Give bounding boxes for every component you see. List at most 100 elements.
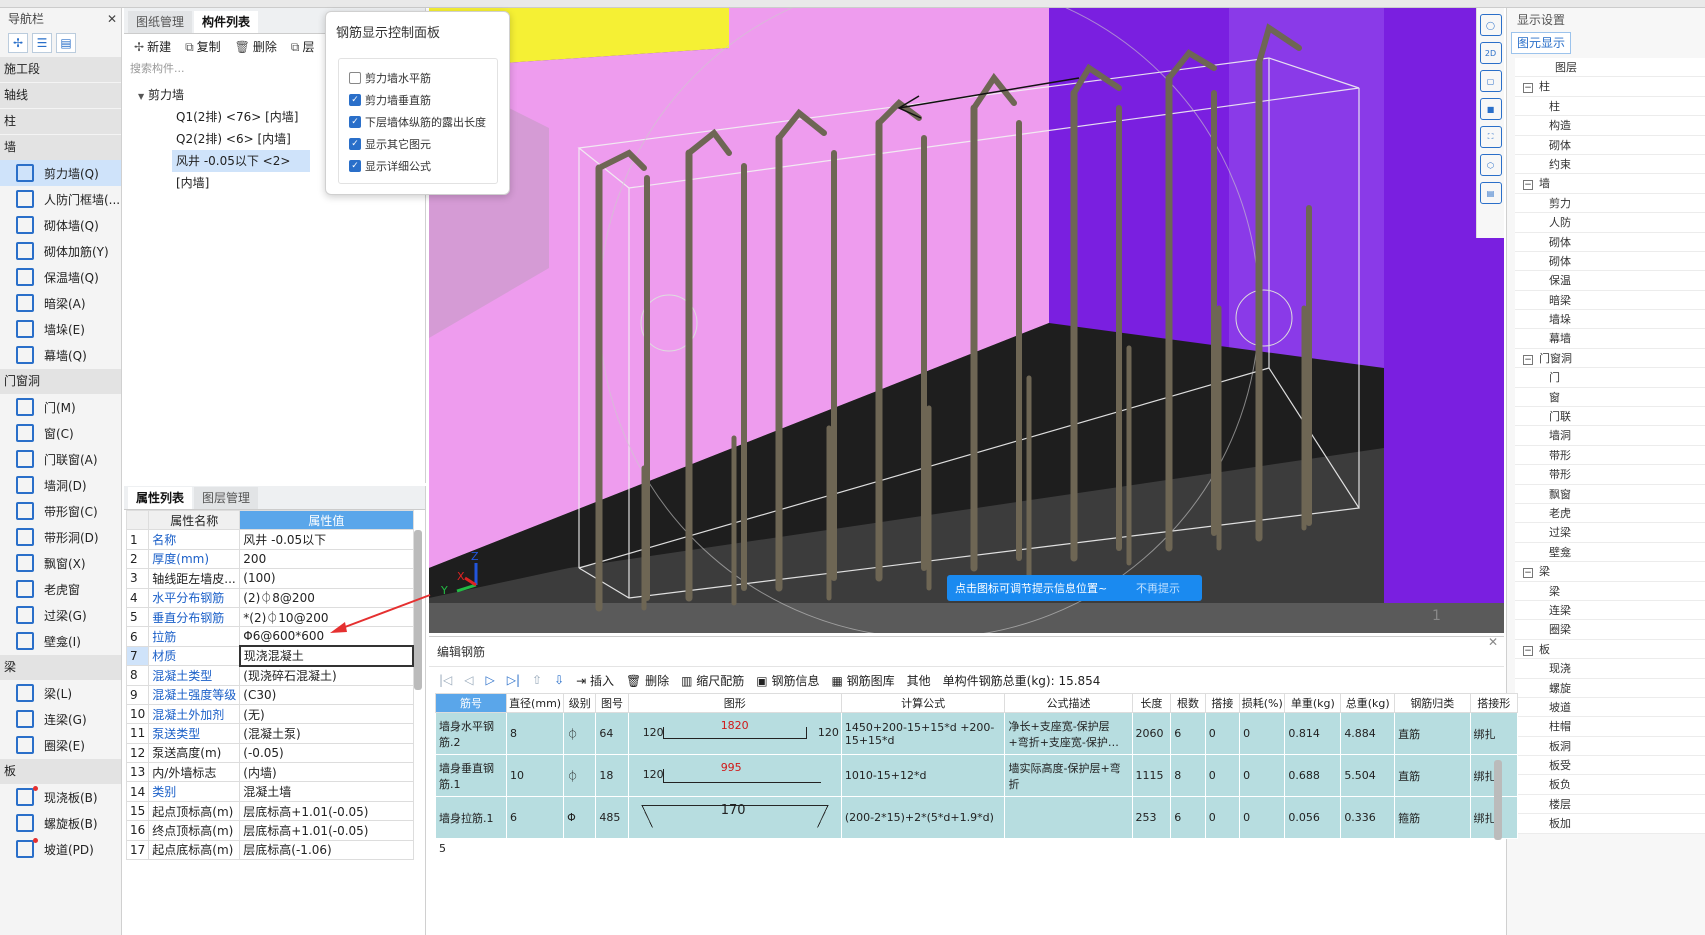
nav-item[interactable]: 坡道(PD)	[0, 836, 121, 862]
property-value[interactable]: (无)	[239, 703, 414, 725]
display-tree-row[interactable]: 带形	[1515, 445, 1705, 466]
display-tree-row[interactable]: 螺旋	[1515, 678, 1705, 698]
display-tree-row[interactable]: 砌体	[1515, 135, 1705, 155]
display-tree-row[interactable]: 梁	[1515, 581, 1705, 601]
display-tree-row[interactable]: 砌体	[1515, 232, 1705, 252]
display-tree-row[interactable]: 剪力	[1515, 193, 1705, 214]
nav-category[interactable]: 门窗洞	[0, 369, 121, 394]
property-value[interactable]: (-0.05)	[239, 742, 414, 764]
display-tree-row[interactable]: 人防	[1515, 213, 1705, 233]
display-tree-row[interactable]: 坡道	[1515, 697, 1705, 718]
prev-record-icon[interactable]: ◁	[464, 673, 473, 687]
cell-formula[interactable]: 1010-15+12*d	[840, 754, 1006, 797]
display-tree-row[interactable]: 图层	[1515, 58, 1705, 78]
display-tree-row[interactable]: 幕墙	[1515, 329, 1705, 349]
cell-laptype[interactable]: 绑扎	[1469, 712, 1518, 755]
cell-loss[interactable]: 0	[1239, 712, 1286, 755]
display-tree-row[interactable]: 板受	[1515, 756, 1705, 776]
popup-option[interactable]: 剪力墙水平筋	[339, 67, 497, 89]
cell-len[interactable]: 1115	[1131, 754, 1172, 797]
display-tree-row[interactable]: 板负	[1515, 775, 1705, 795]
display-tree-row[interactable]: 窗	[1515, 387, 1705, 408]
cell-len[interactable]: 253	[1131, 796, 1172, 839]
property-row[interactable]: 10 混凝土外加剂 (无)	[125, 703, 414, 725]
display-tree-row[interactable]: 柱	[1515, 96, 1705, 117]
cell-fig[interactable]: 64	[595, 712, 629, 755]
property-row[interactable]: 15 起点顶标高(m) 层底标高+1.01(-0.05)	[125, 800, 414, 822]
checkbox[interactable]	[349, 72, 361, 84]
cell-formula[interactable]: (200-2*15)+2*(5*d+1.9*d)	[840, 796, 1006, 839]
move-down-icon[interactable]: ⇩	[554, 673, 564, 687]
2d-view-icon[interactable]: 2D	[1479, 42, 1502, 64]
3d-viewport[interactable]: Z Y X	[429, 8, 1504, 633]
nav-category[interactable]: 轴线	[0, 83, 121, 108]
cell-count[interactable]: 6	[1170, 712, 1206, 755]
property-row[interactable]: 7 材质 现浇混凝土	[125, 645, 415, 667]
tip-bubble[interactable]: 点击图标可调节提示信息位置~ 不再提示	[947, 575, 1202, 601]
property-row[interactable]: 14 类别 混凝土墙	[125, 781, 414, 802]
property-value[interactable]: 层底标高+1.01(-0.05)	[239, 820, 414, 841]
cell-dia[interactable]: 6	[506, 796, 565, 839]
display-tree-row[interactable]: 过梁	[1515, 523, 1705, 543]
cell-lap[interactable]: 0	[1204, 712, 1241, 755]
display-tree-row[interactable]: 暗梁	[1515, 290, 1705, 311]
collapse-icon[interactable]: −	[1523, 83, 1533, 94]
editor-button-4[interactable]: ▦ 钢筋图库	[831, 672, 894, 689]
cell-name[interactable]: 墙身拉筋.1	[434, 796, 508, 839]
pin-icon[interactable]: ✢	[8, 33, 28, 53]
display-tree-row[interactable]: 飘窗	[1515, 484, 1705, 504]
property-value[interactable]: 风井 -0.05以下	[239, 529, 414, 550]
cell-dia[interactable]: 8	[506, 712, 565, 755]
nav-item[interactable]: 螺旋板(B)	[0, 810, 121, 836]
cell-shape[interactable]: 170	[627, 796, 842, 839]
next-record-icon[interactable]: ▷	[486, 673, 495, 687]
rebar-row[interactable]: 墙身垂直钢筋.1 10 ⏀ 18 120 995 1010-15+12*d 墙实际高度-保护层…	[434, 754, 1518, 797]
cell-lap[interactable]: 0	[1204, 754, 1241, 797]
cell-formula[interactable]: 1450+200-15+15*d +200-15+15*d	[840, 712, 1006, 755]
nav-item[interactable]: 飘窗(X)	[0, 550, 121, 576]
cell-cat[interactable]: 箍筋	[1394, 796, 1471, 839]
nav-category[interactable]: 板	[0, 759, 121, 784]
editor-button-5[interactable]: 其他	[907, 672, 931, 689]
prop-tab-0[interactable]: 属性列表	[128, 487, 193, 509]
property-row[interactable]: 17 起点底标高(m) 层底标高(-1.06)	[125, 839, 414, 861]
property-row[interactable]: 16 终点顶标高(m) 层底标高+1.01(-0.05)	[125, 820, 414, 841]
display-tree-row[interactable]: 约束	[1515, 154, 1705, 175]
display-tree-row[interactable]: − 门窗洞	[1515, 348, 1705, 369]
nav-item[interactable]: 带形洞(D)	[0, 524, 121, 550]
display-tree-row[interactable]: 板加	[1515, 814, 1705, 834]
tab-0[interactable]: 图纸管理	[128, 11, 193, 33]
first-record-icon[interactable]: |◁	[439, 673, 452, 687]
nav-item[interactable]: 老虎窗	[0, 576, 121, 602]
editor-button-0[interactable]: ⇥ 插入	[576, 672, 614, 689]
collapse-icon[interactable]: −	[1523, 645, 1533, 656]
property-value[interactable]: (内墙)	[239, 762, 414, 783]
display-tree-row[interactable]: 墙垛	[1515, 310, 1705, 330]
cell-cat[interactable]: 直筋	[1394, 754, 1471, 797]
nav-item[interactable]: 带形窗(C)	[0, 498, 121, 524]
property-row[interactable]: 9 混凝土强度等级 (C30)	[125, 684, 414, 705]
cell-loss[interactable]: 0	[1239, 796, 1286, 839]
nav-category[interactable]: 墙	[0, 135, 121, 160]
nav-item[interactable]: 暗梁(A)	[0, 290, 121, 316]
display-tree-row[interactable]: 连梁	[1515, 600, 1705, 621]
popup-option[interactable]: ✓ 显示其它图元	[339, 133, 497, 155]
cell-unit[interactable]: 0.688	[1284, 754, 1342, 797]
cell-fig[interactable]: 485	[595, 796, 629, 839]
rebar-row[interactable]: 墙身拉筋.1 6 Φ 485 170 (200-2*15)+2*(5*d+1.9*d) 25…	[434, 796, 1518, 839]
cell-unit[interactable]: 0.056	[1284, 796, 1342, 839]
cell-grade[interactable]: ⏀	[563, 754, 597, 797]
cube-view-icon[interactable]: ⬡	[1479, 154, 1502, 176]
display-tree-row[interactable]: 柱帽	[1515, 717, 1705, 737]
collapse-icon[interactable]: −	[1523, 354, 1533, 365]
nav-item[interactable]: 砌体加筋(Y)	[0, 238, 121, 264]
cell-total[interactable]: 0.336	[1340, 796, 1396, 839]
display-tree-row[interactable]: 楼层	[1515, 794, 1705, 815]
cell-len[interactable]: 2060	[1131, 712, 1172, 755]
nav-item[interactable]: 幕墙(Q)	[0, 342, 121, 368]
checkbox[interactable]: ✓	[349, 116, 361, 128]
nav-item[interactable]: 砌体墙(Q)	[0, 212, 121, 238]
element-display-tab[interactable]: 图元显示	[1511, 32, 1571, 54]
property-value[interactable]: 混凝土墙	[239, 781, 414, 802]
tab-1[interactable]: 构件列表	[194, 11, 259, 33]
